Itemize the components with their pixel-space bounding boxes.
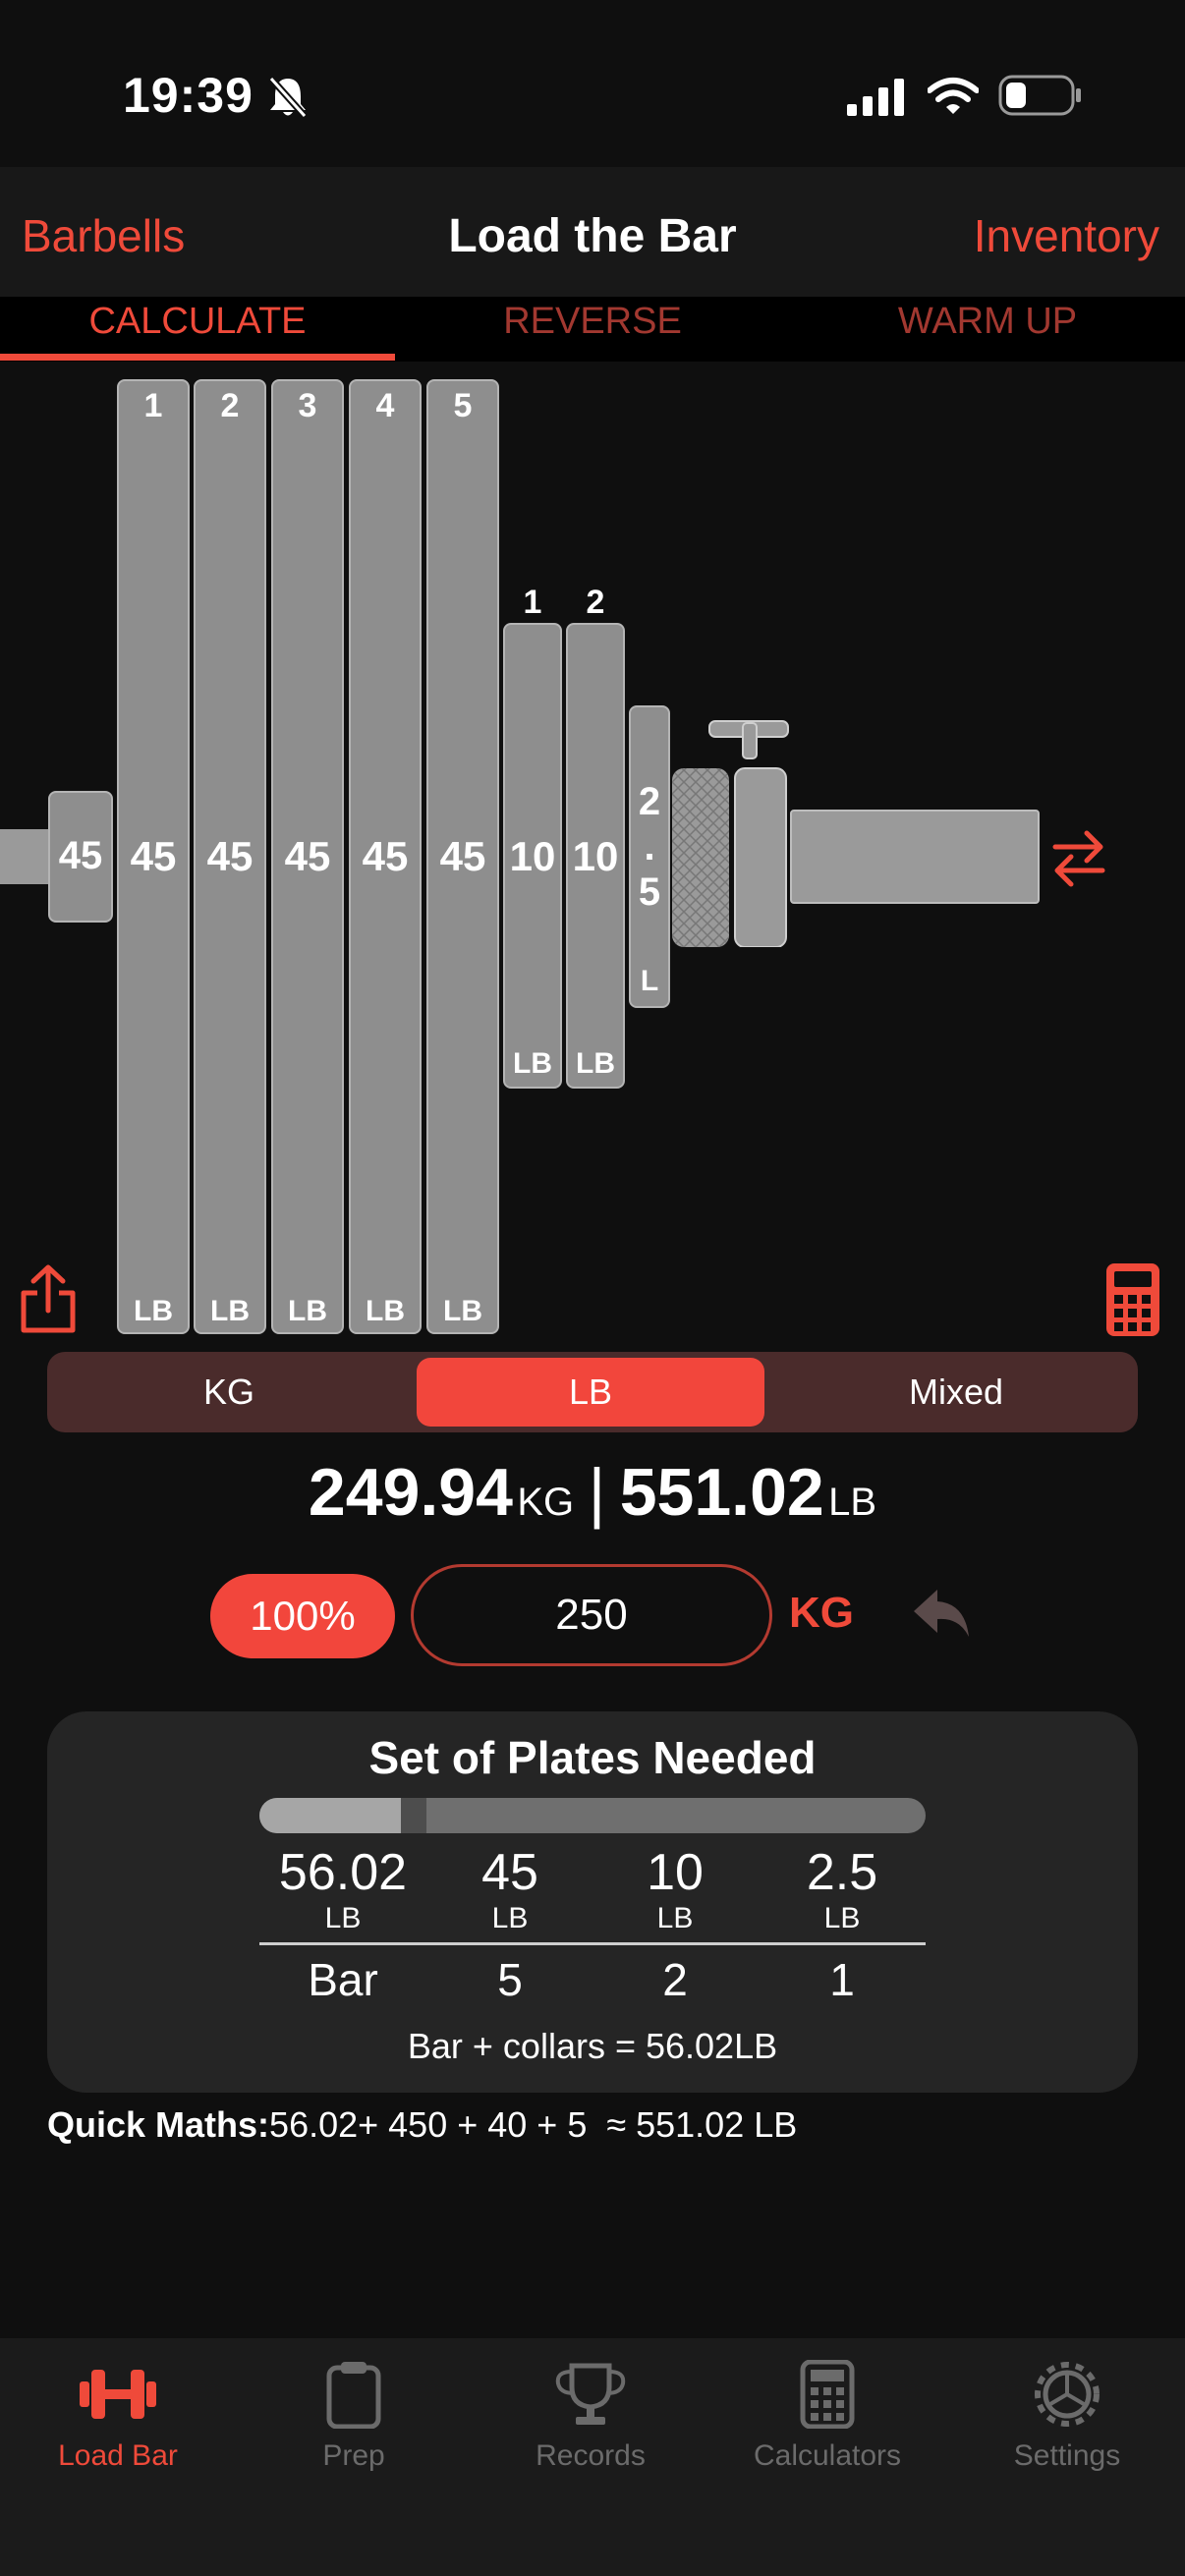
plate-weight: 56.02 [278, 1844, 408, 1901]
wifi-icon [928, 78, 979, 114]
trophy-icon [555, 2363, 626, 2425]
plates-needed-title: Set of Plates Needed [368, 1732, 817, 1783]
plate-45-lb: 1 45 LB [117, 379, 190, 1334]
plate-10-lb: 10 LB [566, 623, 625, 1089]
total-kg-unit: KG [517, 1481, 575, 1524]
quick-maths-label: Quick Maths: [47, 2104, 270, 2145]
tab-warm-up[interactable]: WARM UP [790, 297, 1185, 356]
plate-count: 1 [829, 1954, 855, 2005]
plates-needed-progress [259, 1798, 926, 1833]
plates-needed-column: 2.5 LB [759, 1843, 926, 1935]
total-kg: 249.94 [308, 1455, 513, 1530]
tab-prep[interactable]: Prep [236, 2360, 472, 2473]
unit-option-mixed[interactable]: Mixed [774, 1352, 1138, 1432]
plates-needed-column: 45 LB [426, 1843, 593, 1935]
plates-needed-column: 10 LB [592, 1843, 759, 1935]
plate-weight: 2.5 [806, 1844, 878, 1901]
plate-unit: LB [656, 1902, 694, 1934]
plate-45-lb: 3 45 LB [271, 379, 344, 1334]
dumbbell-icon [80, 2370, 156, 2419]
total-lb-unit: LB [828, 1481, 877, 1524]
status-time: 19:39 [123, 68, 254, 123]
plate-weight: 10 [647, 1844, 704, 1901]
plate-count: 2 [662, 1954, 688, 2005]
quick-maths: Quick Maths:56.02+ 450 + 40 + 5 ≈ 551.02… [47, 2104, 797, 2146]
tab-label: Prep [322, 2439, 385, 2472]
tab-label: Records [536, 2439, 646, 2472]
tab-calculators[interactable]: Calculators [709, 2359, 945, 2473]
tab-reverse[interactable]: REVERSE [395, 297, 790, 356]
calculator-icon[interactable] [1104, 1261, 1161, 1338]
total-separator: | [588, 1455, 606, 1530]
bar-sleeve-right [790, 810, 1040, 904]
plate-45-lb: 2 45 LB [194, 379, 266, 1334]
plate-unit: LB [823, 1902, 861, 1934]
input-unit-toggle[interactable]: KG [789, 1589, 854, 1638]
plate-45-lb: 5 45 LB [426, 379, 499, 1334]
inventory-button[interactable]: Inventory [974, 209, 1159, 262]
silent-bell-icon [268, 76, 308, 119]
quick-maths-value: 56.02+ 450 + 40 + 5 ≈ 551.02 LB [269, 2104, 798, 2145]
calculator-icon [800, 2359, 855, 2430]
bar-sleeve-left [0, 829, 49, 884]
target-weight-input[interactable]: 250 [411, 1564, 772, 1666]
active-tab-indicator [0, 354, 395, 361]
battery-icon [998, 75, 1081, 116]
plate-weight: 45 [481, 1844, 538, 1901]
collar-clamp-icon [672, 720, 789, 947]
plate-2-5-lb: 2 . 5 L [629, 705, 670, 1008]
undo-icon[interactable] [910, 1586, 973, 1641]
share-icon[interactable] [18, 1261, 79, 1336]
plates-needed-divider [259, 1942, 926, 1945]
tab-calculate[interactable]: CALCULATE [0, 297, 395, 356]
tab-label: Calculators [753, 2439, 902, 2472]
plate-unit: LB [324, 1902, 362, 1934]
collar-plate: 45 [48, 791, 113, 923]
tab-label: Load Bar [58, 2439, 178, 2472]
total-lb: 551.02 [619, 1455, 824, 1530]
total-weight: 249.94 KG | 551.02 LB [0, 1454, 1185, 1531]
unit-option-lb[interactable]: LB [409, 1352, 772, 1432]
plate-index: 1 [523, 584, 542, 621]
signal-icon [847, 79, 904, 116]
percent-button[interactable]: 100% [210, 1574, 395, 1658]
plate-unit: LB [491, 1902, 529, 1934]
clipboard-icon [326, 2362, 381, 2430]
tab-records[interactable]: Records [473, 2360, 708, 2473]
plate-45-lb: 4 45 LB [349, 379, 422, 1334]
bar-collars-note: Bar + collars = 56.02LB [407, 2026, 778, 2066]
plate-index: 2 [586, 584, 605, 621]
swap-icon[interactable] [1051, 827, 1106, 888]
plate-count: Bar [308, 1954, 378, 2005]
tab-label: Settings [1013, 2439, 1121, 2472]
plate-count: 5 [497, 1954, 523, 2005]
gear-icon [1035, 2362, 1100, 2427]
unit-option-kg[interactable]: KG [47, 1352, 411, 1432]
tab-load-bar[interactable]: Load Bar [0, 2360, 236, 2473]
plates-needed-column: 56.02 LB [259, 1843, 426, 1935]
tab-settings[interactable]: Settings [949, 2360, 1185, 2473]
plate-10-lb: 10 LB [503, 623, 562, 1089]
